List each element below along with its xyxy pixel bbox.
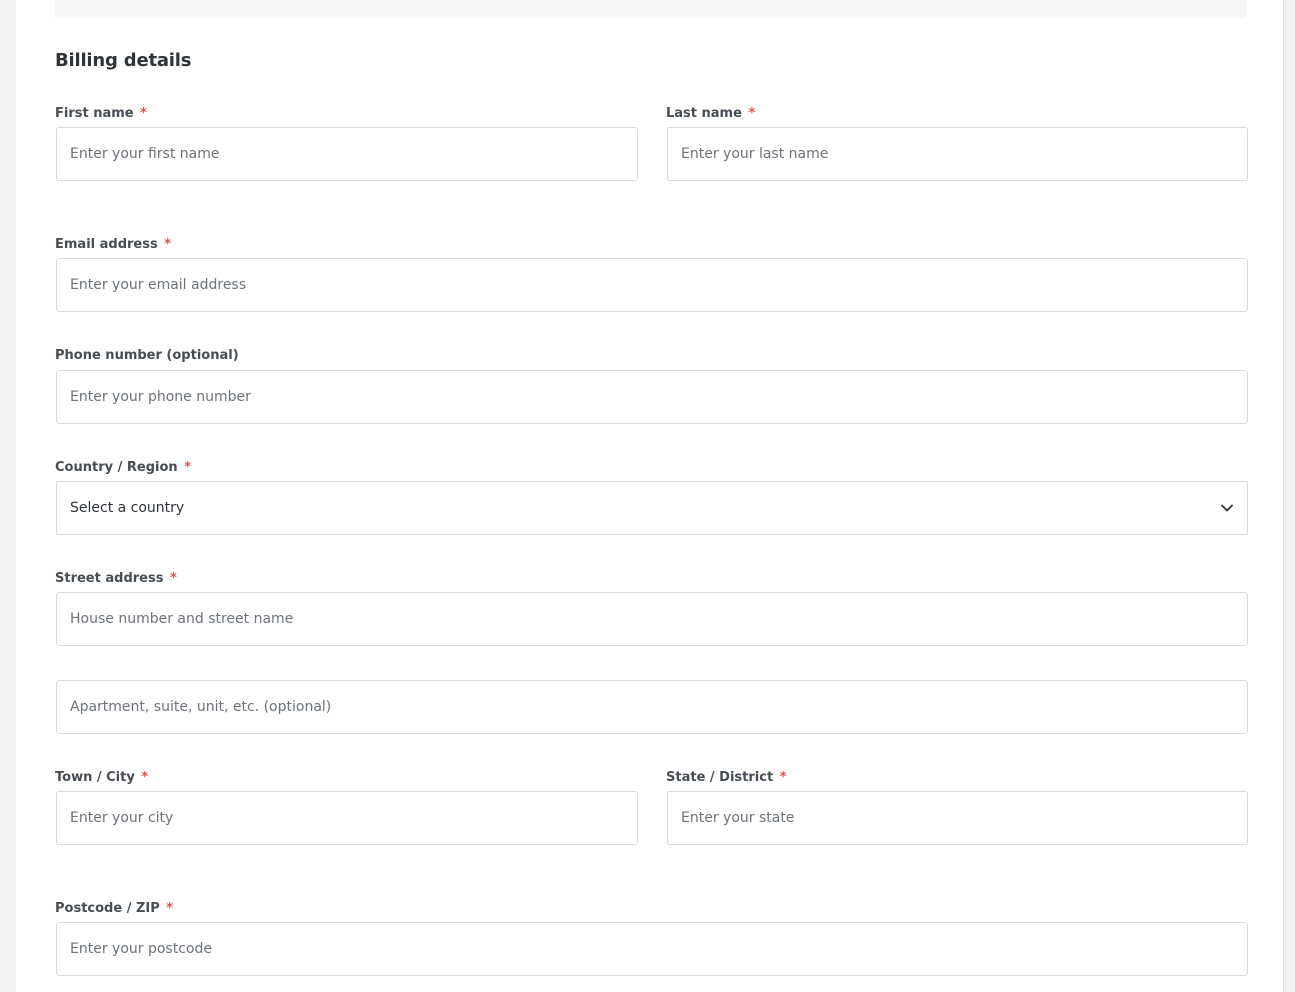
city-label: Town / City *	[55, 770, 148, 785]
last-name-input[interactable]	[667, 127, 1248, 181]
chevron-down-icon	[1220, 501, 1234, 515]
country-select-value: Select a country	[70, 500, 185, 516]
country-label-text: Country / Region	[55, 460, 178, 475]
required-asterisk: *	[184, 460, 191, 475]
city-input[interactable]	[56, 791, 638, 845]
required-asterisk: *	[779, 770, 787, 785]
state-label-text: State / District	[666, 770, 774, 785]
country-label: Country / Region *	[55, 460, 191, 475]
first-name-label-text: First name	[55, 106, 134, 121]
required-asterisk: *	[748, 106, 756, 121]
first-name-label: First name *	[55, 106, 147, 121]
email-label-text: Email address	[55, 237, 158, 252]
country-select[interactable]: Select a country	[56, 481, 1248, 535]
email-label: Email address *	[55, 237, 171, 252]
required-asterisk: *	[166, 901, 174, 916]
required-asterisk: *	[141, 770, 149, 785]
apartment-input[interactable]	[56, 680, 1248, 734]
phone-input[interactable]	[56, 370, 1248, 424]
email-input[interactable]	[56, 258, 1248, 312]
postcode-input[interactable]	[56, 922, 1248, 976]
postcode-label: Postcode / ZIP *	[55, 901, 173, 916]
city-label-text: Town / City	[55, 770, 135, 785]
required-asterisk: *	[164, 237, 172, 252]
street-label-text: Street address	[55, 571, 164, 586]
top-panel-strip	[55, 0, 1247, 18]
last-name-label-text: Last name	[666, 106, 742, 121]
required-asterisk: *	[169, 571, 177, 586]
last-name-label: Last name *	[666, 106, 755, 121]
street-address-input[interactable]	[56, 592, 1248, 646]
postcode-label-text: Postcode / ZIP	[55, 901, 160, 916]
required-asterisk: *	[140, 106, 147, 121]
phone-label-text: Phone number (optional)	[55, 348, 239, 363]
billing-details-heading: Billing details	[55, 50, 192, 71]
phone-label: Phone number (optional)	[55, 348, 239, 363]
first-name-input[interactable]	[56, 127, 638, 181]
street-label: Street address *	[55, 571, 177, 586]
state-label: State / District *	[666, 770, 787, 785]
checkout-page: Billing details First name * Last name *…	[16, 0, 1284, 992]
state-input[interactable]	[667, 791, 1248, 845]
